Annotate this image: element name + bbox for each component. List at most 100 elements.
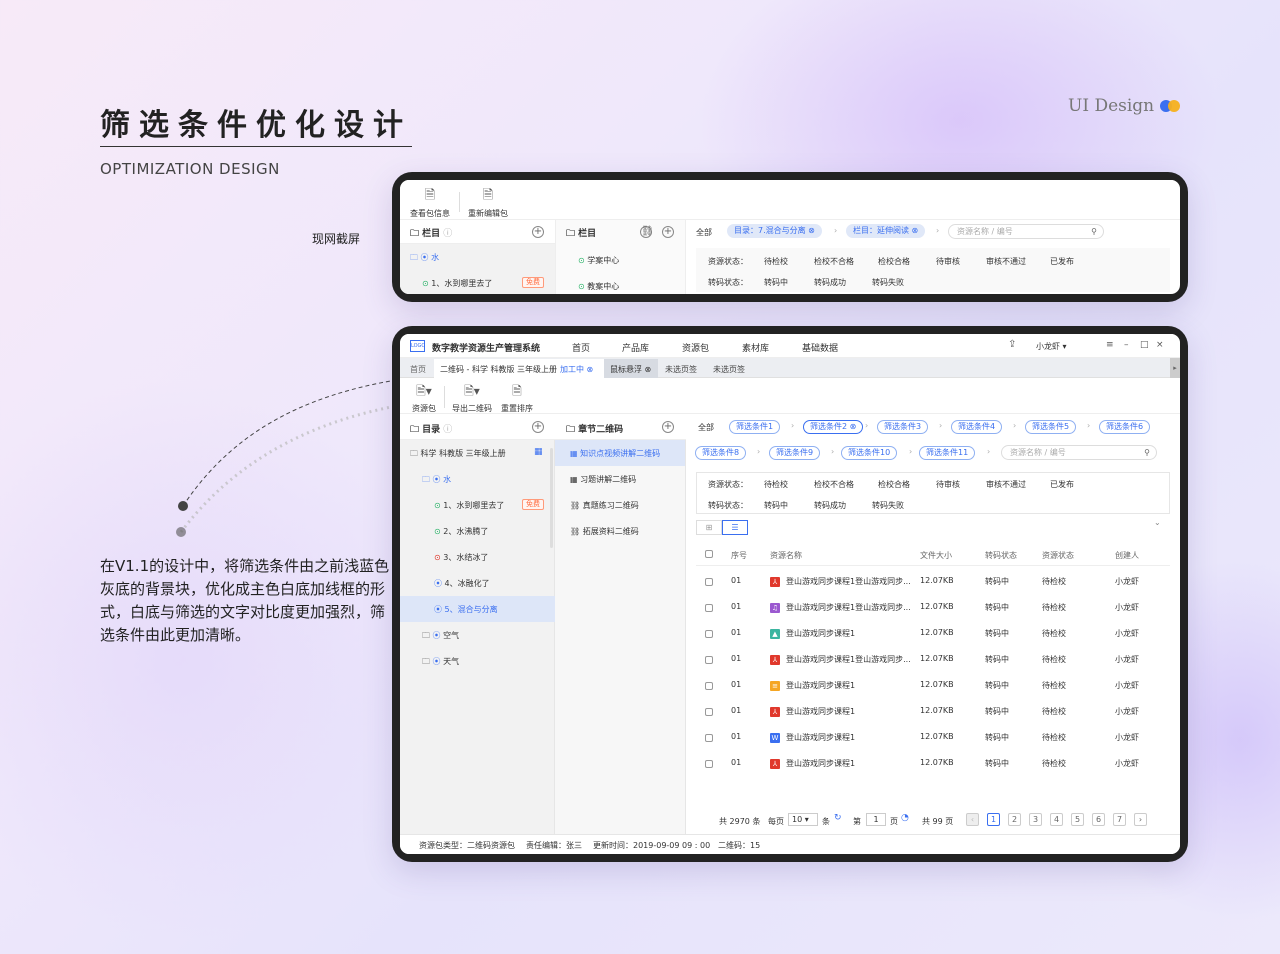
table-cell[interactable]: 登山游戏同步课程1登山游戏同步... [786,576,911,587]
status-option[interactable]: 审核不通过 [986,479,1026,490]
filter-condition[interactable]: 筛选条件1 [729,420,781,434]
filter-tag[interactable]: 目录：7.混合与分离 ⊗ [727,224,822,238]
link-button[interactable]: ⛓ [640,226,654,238]
nav-products[interactable]: 产品库 [622,341,649,354]
per-page-select[interactable]: 10 ▾ [788,813,818,826]
close-icon[interactable]: × [1156,340,1164,350]
prev-page-button[interactable]: ‹ [966,813,979,826]
filter-condition[interactable]: 筛选条件5 [1025,420,1077,434]
tree-item-water[interactable]: 🗀 ⦿ 水 [410,252,439,266]
transcode-option[interactable]: 转码中 [764,500,788,511]
go-icon[interactable]: ◔ [901,813,909,823]
filter-condition[interactable]: 筛选条件4 [951,420,1003,434]
tree-item-air[interactable]: 🗀 ⦿ 空气 [422,630,459,644]
status-option[interactable]: 审核不通过 [986,256,1026,267]
tab-home[interactable]: 首页 [410,364,426,375]
table-cell[interactable]: 登山游戏同步课程1 [786,706,855,717]
select-all-checkbox[interactable] [705,550,713,558]
filter-tag[interactable]: 栏目：延伸阅读 ⊗ [846,224,926,238]
status-option[interactable]: 待审核 [936,256,960,267]
row-checkbox[interactable] [705,630,713,638]
add-qrcode-button[interactable]: + [662,421,674,433]
row-checkbox[interactable] [705,760,713,768]
qrcode-item-selected[interactable]: ▦ 知识点视频讲解二维码 [570,448,660,459]
add-button[interactable]: + [662,226,674,238]
status-option[interactable]: 检校不合格 [814,479,854,490]
goto-page-input[interactable]: 1 [866,813,886,826]
transcode-option[interactable]: 转码中 [764,277,788,288]
tab-unselected[interactable]: 未选页签 [665,364,697,375]
page-button-current[interactable]: 1 [987,813,1000,826]
row-checkbox[interactable] [705,682,713,690]
menu-icon[interactable]: ≡ [1106,340,1114,350]
page-button[interactable]: 3 [1029,813,1042,826]
filter-condition-selected[interactable]: 筛选条件2 ⊗ [803,420,864,434]
package-button[interactable]: 🗎▾ 资源包 [408,382,440,414]
re-edit-package-button[interactable]: 🗎 重新编辑包 [468,186,508,219]
status-option[interactable]: 待审核 [936,479,960,490]
row-checkbox[interactable] [705,734,713,742]
tree-book[interactable]: 🗀 科学 科教版 三年级上册 [410,448,506,462]
status-option[interactable]: 检校合格 [878,256,910,267]
status-option[interactable]: 检校合格 [878,479,910,490]
page-button[interactable]: 6 [1092,813,1105,826]
tree-item-lesson-1[interactable]: ⊙ 1、水到哪里去了 [422,278,492,289]
refresh-icon[interactable]: ↻ [834,813,842,823]
search-input[interactable]: 资源名称 / 编号 ⚲ [1001,445,1157,460]
maximize-icon[interactable]: □ [1140,340,1149,350]
user-menu[interactable]: 小龙虾 ▾ [1036,341,1067,352]
add-column-button[interactable]: + [532,226,544,238]
tree-item-lesson[interactable]: ⊙ 1、水到哪里去了 [434,500,504,511]
transcode-option[interactable]: 转码失败 [872,277,904,288]
upload-icon[interactable]: ⇪ [1008,339,1016,350]
tree-item-water[interactable]: 🗀 ⦿ 水 [422,474,451,488]
row-checkbox[interactable] [705,604,713,612]
tab-qrcode[interactable]: 二维码 - 科学 科教版 三年级上册 [440,364,557,375]
page-button[interactable]: 2 [1008,813,1021,826]
row-checkbox[interactable] [705,708,713,716]
table-cell[interactable]: 登山游戏同步课程1登山游戏同步... [786,654,911,665]
status-option[interactable]: 待检校 [764,479,788,490]
minimize-icon[interactable]: – [1124,340,1129,350]
tree-item-lesson[interactable]: ⊙ 3、水结冰了 [434,552,488,563]
filter-condition[interactable]: 筛选条件9 [769,446,821,460]
view-package-info-button[interactable]: 🗎 查看包信息 [410,186,450,219]
filter-all[interactable]: 全部 [698,422,714,433]
filter-condition[interactable]: 筛选条件8 [695,446,747,460]
transcode-option[interactable]: 转码成功 [814,500,846,511]
qrcode-item[interactable]: ⛓ 拓展资料二维码 [570,526,639,537]
page-button[interactable]: 7 [1113,813,1126,826]
page-button[interactable]: 4 [1050,813,1063,826]
filter-condition[interactable]: 筛选条件11 [919,446,976,460]
tree-item-weather[interactable]: 🗀 ⦿ 天气 [422,656,459,670]
nav-home[interactable]: 首页 [572,341,590,354]
tree-item-lesson[interactable]: ⦿ 4、冰融化了 [434,578,490,589]
col2-item[interactable]: ⊙ 学案中心 [578,255,619,266]
tree-item-lesson[interactable]: ⊙ 2、水沸腾了 [434,526,488,537]
filter-condition[interactable]: 筛选条件6 [1099,420,1151,434]
status-option[interactable]: 检校不合格 [814,256,854,267]
reset-sort-button[interactable]: 🗎 重置排序 [500,382,534,414]
status-option[interactable]: 已发布 [1050,256,1074,267]
close-icon[interactable]: ⊗ [587,365,594,374]
transcode-option[interactable]: 转码成功 [814,277,846,288]
search-input[interactable]: 资源名称 / 编号 ⚲ [948,224,1104,239]
scrollbar[interactable] [550,448,553,548]
row-checkbox[interactable] [705,578,713,586]
export-qrcode-button[interactable]: 🗎▾ 导出二维码 [450,382,494,414]
table-cell[interactable]: 登山游戏同步课程1 [786,628,855,639]
qrcode-icon[interactable]: ▦ [534,447,543,457]
row-checkbox[interactable] [705,656,713,664]
tree-item-lesson-selected[interactable]: ⦿ 5、混合与分离 [434,604,498,615]
nav-base-data[interactable]: 基础数据 [802,341,838,354]
table-cell[interactable]: 登山游戏同步课程1 [786,680,855,691]
close-icon[interactable]: ⊗ [645,365,652,374]
add-catalog-button[interactable]: + [532,421,544,433]
nav-materials[interactable]: 素材库 [742,341,769,354]
col2-item[interactable]: ⊙ 教案中心 [578,281,619,292]
list-view-icon[interactable]: ☰ [722,520,748,535]
filter-condition[interactable]: 筛选条件3 [877,420,929,434]
next-page-button[interactable]: › [1134,813,1147,826]
status-option[interactable]: 已发布 [1050,479,1074,490]
table-cell[interactable]: 登山游戏同步课程1 [786,758,855,769]
